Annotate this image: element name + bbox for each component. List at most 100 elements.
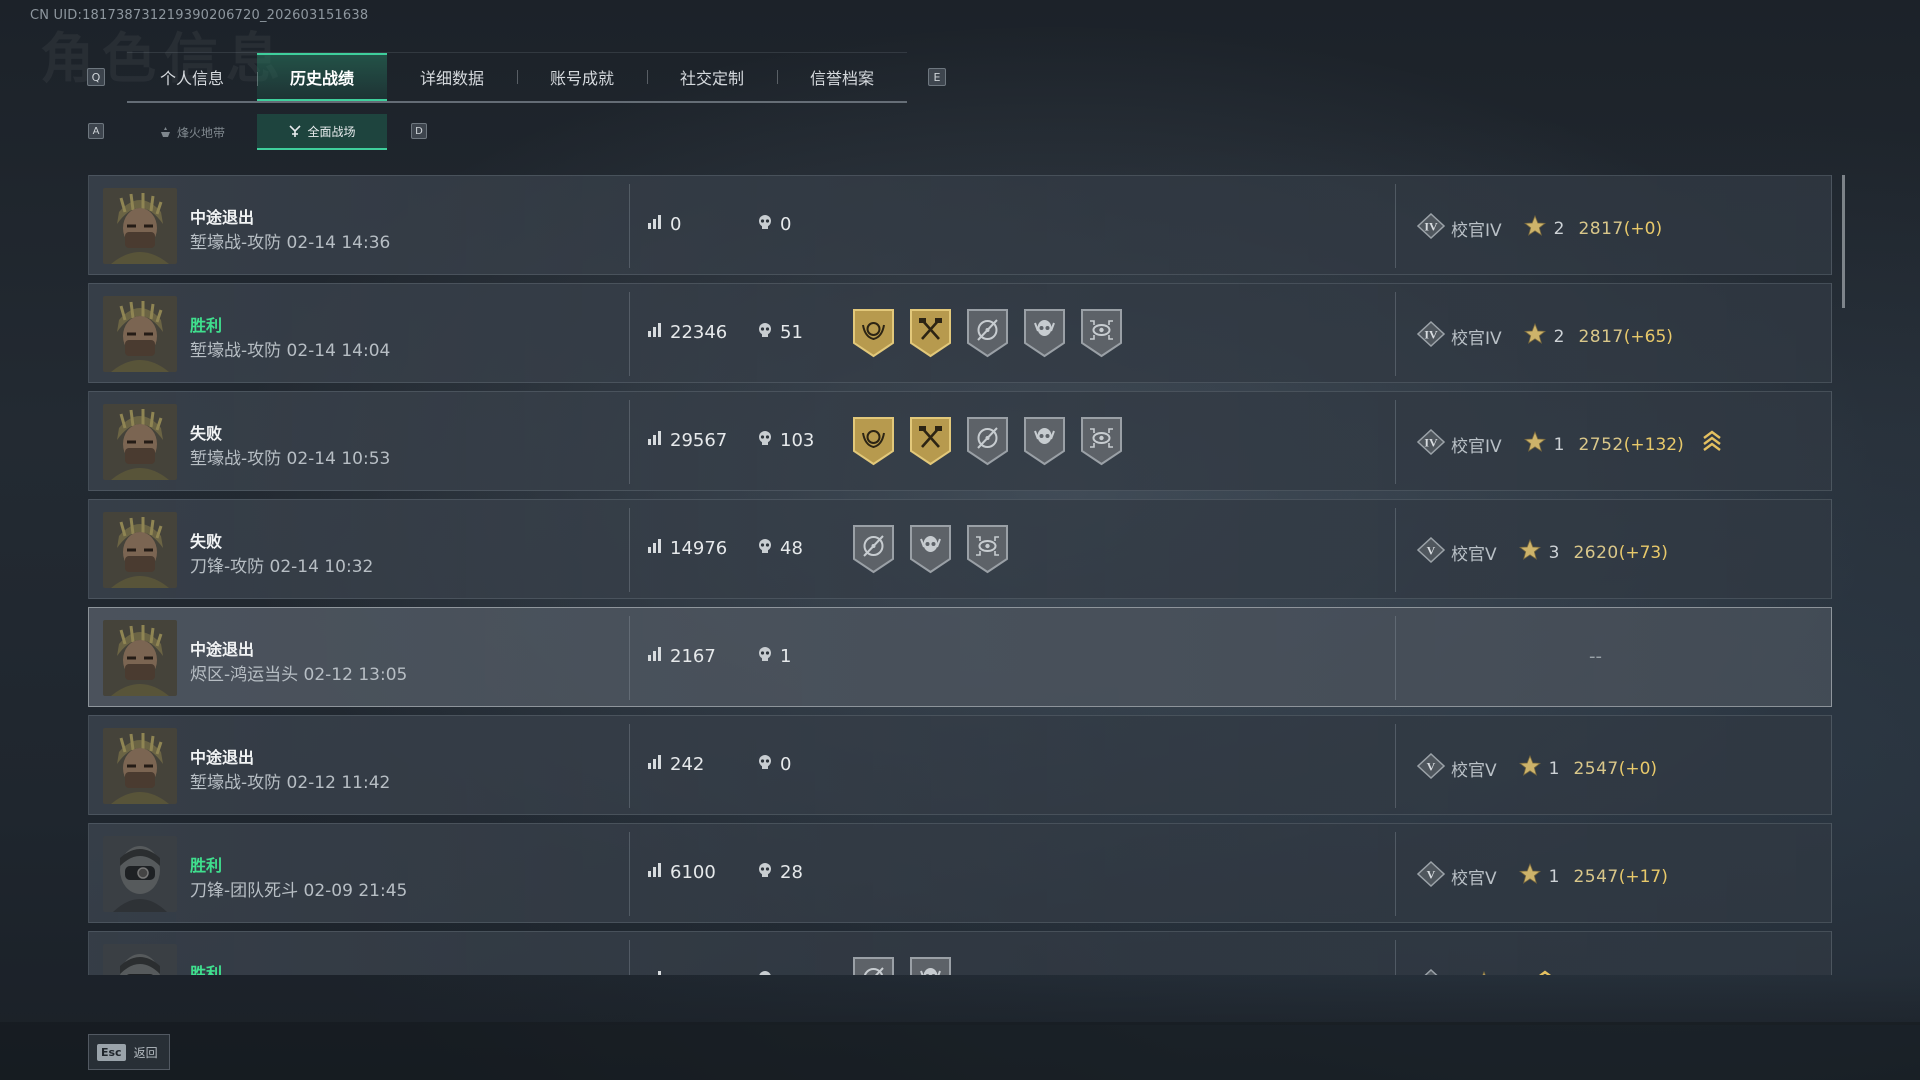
scrollbar[interactable]: [1842, 175, 1845, 308]
score-icon: [647, 862, 663, 883]
divider: [629, 184, 630, 268]
gold-hammer-medal-icon[interactable]: [908, 307, 953, 359]
rank-name: 校官IV: [1451, 329, 1502, 349]
score-value: 6100: [670, 862, 716, 883]
silver-crosshair-medal-icon[interactable]: [965, 415, 1010, 467]
silver-skull-medal-icon[interactable]: [908, 523, 953, 575]
kills-stat: 0: [757, 754, 791, 775]
match-row[interactable]: 胜利 刀锋-团队死斗 02-09 21:45 6100 28 V 校官V 1 2547(+17…: [88, 823, 1832, 923]
match-result: 胜利: [190, 316, 223, 335]
subtab-hazard-zone[interactable]: 烽火地带: [127, 114, 257, 150]
score-value: 14976: [670, 538, 728, 559]
divider: [1395, 184, 1396, 268]
rank-points-delta: (+0): [1623, 218, 1663, 239]
tab-detailed-data[interactable]: 详细数据: [387, 53, 517, 101]
operator-avatar: [103, 404, 177, 480]
match-mode-time: 堑壕战-攻防 02-14 10:53: [190, 449, 391, 469]
medal-list: [851, 307, 1124, 359]
hazard-zone-icon: [160, 127, 170, 137]
back-label: 返回: [133, 1045, 158, 1060]
tab-achievements[interactable]: 账号成就: [517, 53, 647, 101]
rank-points: 2620: [1573, 542, 1619, 563]
match-mode-time: 堑壕战-攻防 02-12 11:42: [190, 773, 391, 793]
svg-text:IV: IV: [1424, 436, 1438, 450]
score-icon: [647, 754, 663, 775]
rank-info: IV 校官IV 2 2817(+65): [1416, 320, 1673, 352]
divider: [1395, 832, 1396, 916]
skull-icon: [757, 430, 773, 451]
gold-laurel-medal-icon[interactable]: [851, 307, 896, 359]
skull-icon: [757, 646, 773, 667]
match-history-list: 中途退出 堑壕战-攻防 02-14 14:36 0 0 IV 校官IV 2 2817(+0) 胜…: [88, 175, 1832, 975]
operator-avatar: [103, 512, 177, 588]
silver-eye-medal-icon[interactable]: [1079, 415, 1124, 467]
tab-social-customization[interactable]: 社交定制: [647, 53, 777, 101]
star-count: 1: [1548, 866, 1560, 887]
kills-stat: 1: [757, 646, 791, 667]
match-row[interactable]: 中途退出 烬区-鸿运当头 02-12 13:05 2167 1 --: [88, 607, 1832, 707]
match-row[interactable]: 中途退出 堑壕战-攻防 02-12 11:42 242 0 V 校官V 1 2547(+0): [88, 715, 1832, 815]
match-result: 失败: [190, 532, 223, 551]
sub-tabs: 烽火地带 全面战场: [127, 114, 387, 150]
tab-credit-record[interactable]: 信誉档案: [777, 53, 907, 101]
back-button[interactable]: Esc 返回: [88, 1034, 170, 1070]
medal-list: [851, 955, 953, 975]
kills-stat: 48: [757, 538, 803, 559]
match-result: 失败: [190, 424, 223, 443]
silver-crosshair-medal-icon[interactable]: [851, 523, 896, 575]
rank-name: 校官V: [1451, 545, 1497, 565]
silver-skull-medal-icon[interactable]: [908, 955, 953, 975]
no-rank-placeholder: --: [1589, 646, 1602, 667]
match-row[interactable]: 失败 刀锋-攻防 02-14 10:32 14976 48 V 校官V 3 2620(+73): [88, 499, 1832, 599]
gold-laurel-medal-icon[interactable]: [851, 415, 896, 467]
rank-info: V 校官V 1 2547(+0): [1416, 752, 1658, 784]
star-icon: [1523, 322, 1546, 350]
divider: [1395, 508, 1396, 592]
svg-text:V: V: [1427, 760, 1436, 774]
score-stat: 242: [647, 754, 704, 775]
kills-stat: 0: [757, 214, 791, 235]
kills-stat: 51: [757, 322, 803, 343]
rank-emblem-icon: IV: [1416, 320, 1446, 352]
prev-tab-key-hint: Q: [87, 68, 105, 86]
kills-value: 0: [780, 754, 792, 775]
svg-text:V: V: [1427, 868, 1436, 882]
list-fade: [0, 975, 1920, 1025]
esc-key-hint: Esc: [97, 1043, 126, 1061]
divider: [1395, 292, 1396, 376]
kills-value: 0: [780, 214, 792, 235]
match-row[interactable]: 胜利 堑壕战-攻防 02-14 14:04 22346 51 IV 校官IV 2 2817(+…: [88, 283, 1832, 383]
divider: [1395, 616, 1396, 700]
gold-hammer-medal-icon[interactable]: [908, 415, 953, 467]
silver-skull-medal-icon[interactable]: [1022, 307, 1067, 359]
star-icon: [1523, 430, 1546, 458]
silver-eye-medal-icon[interactable]: [1079, 307, 1124, 359]
kills-stat: 28: [757, 862, 803, 883]
divider: [629, 616, 630, 700]
score-stat: 29567: [647, 430, 727, 451]
score-icon: [647, 430, 663, 451]
tab-match-history[interactable]: 历史战绩: [257, 53, 387, 101]
kills-value: 51: [780, 322, 803, 343]
silver-crosshair-medal-icon[interactable]: [965, 307, 1010, 359]
skull-icon: [757, 214, 773, 235]
silver-eye-medal-icon[interactable]: [965, 523, 1010, 575]
match-row[interactable]: 胜利V: [88, 931, 1832, 975]
skull-icon: [757, 754, 773, 775]
rank-points-delta: (+0): [1618, 758, 1658, 779]
rank-info: V 校官V 3 2620(+73): [1416, 536, 1668, 568]
match-row[interactable]: 失败 堑壕战-攻防 02-14 10:53 29567 103 IV 校官IV 1 2752(…: [88, 391, 1832, 491]
score-icon: [647, 322, 663, 343]
tab-personal-info[interactable]: 个人信息: [127, 53, 257, 101]
match-result: 胜利: [190, 964, 223, 975]
silver-crosshair-medal-icon[interactable]: [851, 955, 896, 975]
score-stat: 6100: [647, 862, 716, 883]
kills-value: 28: [780, 862, 803, 883]
score-icon: [647, 646, 663, 667]
score-stat: 0: [647, 214, 681, 235]
match-row[interactable]: 中途退出 堑壕战-攻防 02-14 14:36 0 0 IV 校官IV 2 2817(+0): [88, 175, 1832, 275]
silver-skull-medal-icon[interactable]: [1022, 415, 1067, 467]
subtab-all-out-warfare[interactable]: 全面战场: [257, 114, 387, 150]
svg-text:IV: IV: [1424, 328, 1438, 342]
rank-emblem-icon: IV: [1416, 428, 1446, 460]
